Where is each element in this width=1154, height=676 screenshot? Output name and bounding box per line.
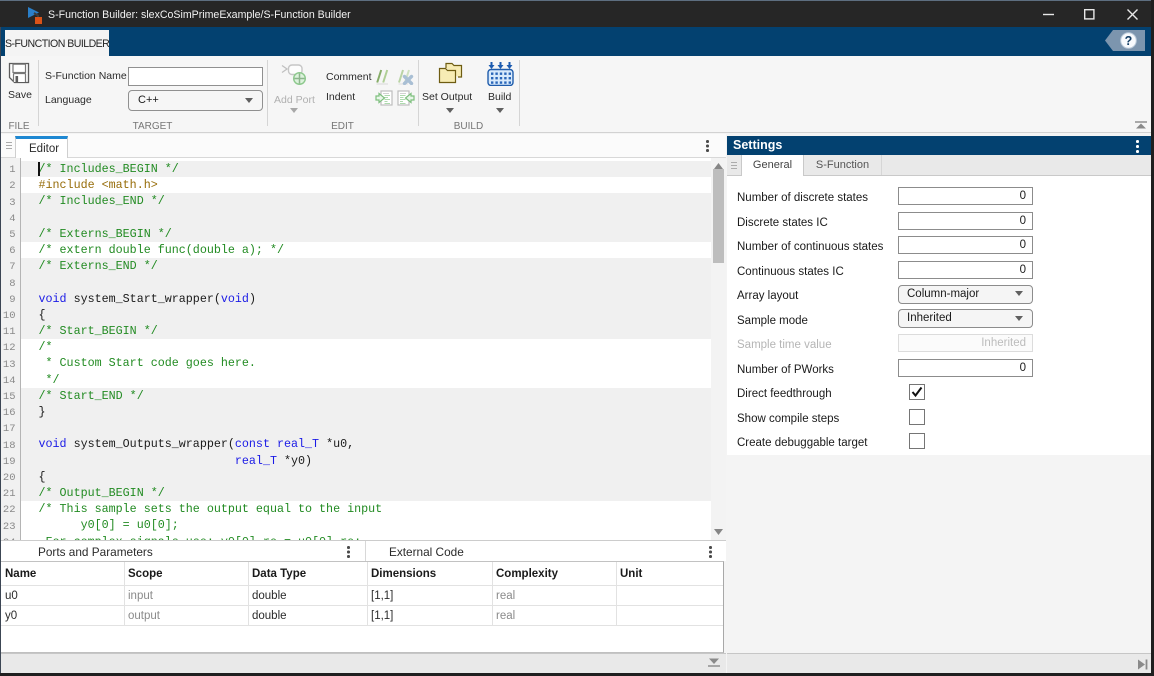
svg-text:?: ? xyxy=(1125,34,1133,48)
